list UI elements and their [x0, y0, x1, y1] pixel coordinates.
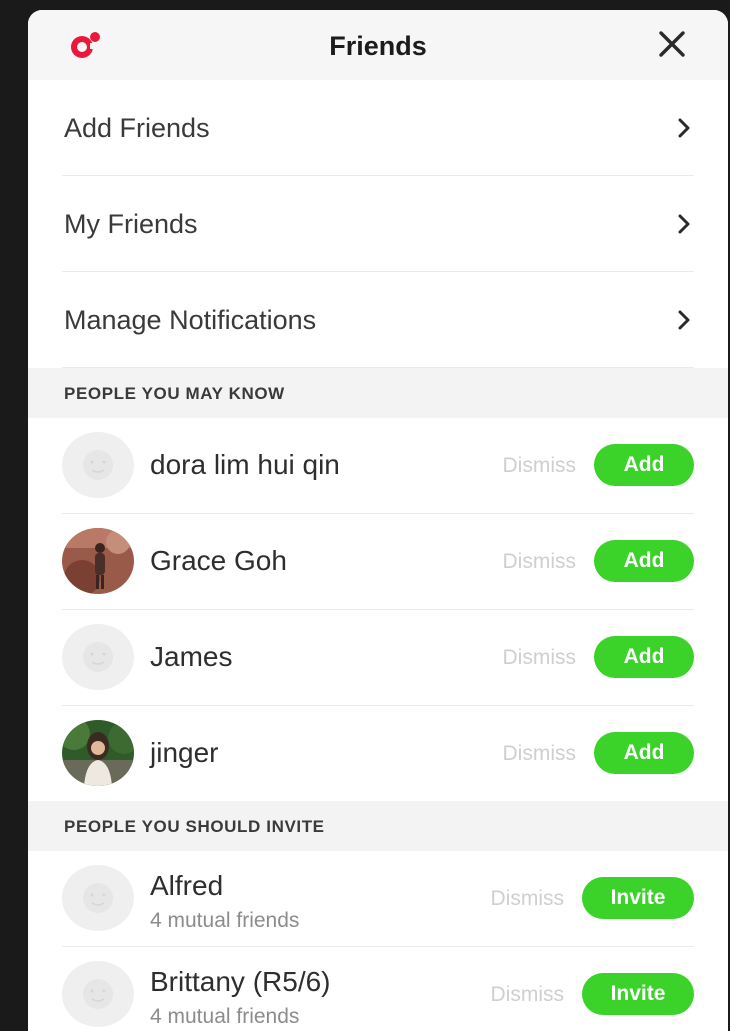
chevron-right-icon	[678, 214, 690, 234]
add-button[interactable]: Add	[594, 444, 694, 486]
menu-item-my-friends[interactable]: My Friends	[62, 176, 694, 272]
menu-item-label: My Friends	[64, 209, 198, 239]
dismiss-button[interactable]: Dismiss	[503, 550, 577, 574]
avatar-placeholder	[62, 865, 134, 931]
section-header-people-you-may-know: PEOPLE YOU MAY KNOW	[28, 368, 728, 418]
avatar-placeholder-icon	[83, 642, 113, 672]
suggestion-row: James Dismiss Add	[62, 610, 694, 706]
avatar-placeholder-icon	[83, 450, 113, 480]
section-header-people-you-should-invite: PEOPLE YOU SHOULD INVITE	[28, 801, 728, 851]
chevron-right-icon	[678, 118, 690, 138]
avatar	[62, 528, 134, 594]
avatar-photo	[62, 720, 134, 786]
avatar-placeholder	[62, 961, 134, 1027]
person-name: Brittany (R5/6)	[150, 966, 331, 997]
person-name: Grace Goh	[150, 545, 287, 576]
close-icon[interactable]	[656, 28, 688, 60]
menu-item-label: Add Friends	[64, 113, 210, 143]
invite-row: Brittany (R5/6) 4 mutual friends Dismiss…	[62, 947, 694, 1031]
add-button[interactable]: Add	[594, 636, 694, 678]
invite-button[interactable]: Invite	[582, 877, 694, 919]
dismiss-button[interactable]: Dismiss	[503, 742, 577, 766]
add-button[interactable]: Add	[594, 732, 694, 774]
menu-item-add-friends[interactable]: Add Friends	[62, 80, 694, 176]
menu-item-label: Manage Notifications	[64, 305, 317, 335]
person-name: James	[150, 641, 233, 672]
person-name: dora lim hui qin	[150, 449, 340, 480]
dismiss-button[interactable]: Dismiss	[491, 983, 565, 1007]
page-title: Friends	[329, 31, 427, 61]
suggestion-row: jinger Dismiss Add	[62, 706, 694, 801]
mutual-friends-count: 4 mutual friends	[150, 1005, 300, 1028]
avatar-placeholder-icon	[83, 979, 113, 1009]
header: Friends	[28, 10, 728, 80]
person-name: jinger	[150, 737, 219, 768]
avatar-photo	[62, 528, 134, 594]
avatar-placeholder	[62, 432, 134, 498]
menu-item-manage-notifications[interactable]: Manage Notifications	[62, 272, 694, 368]
add-button[interactable]: Add	[594, 540, 694, 582]
chevron-right-icon	[678, 310, 690, 330]
friends-panel: Friends Add Friends My Friends Manage No…	[28, 10, 728, 1031]
dismiss-button[interactable]: Dismiss	[491, 887, 565, 911]
dismiss-button[interactable]: Dismiss	[503, 454, 577, 478]
dismiss-button[interactable]: Dismiss	[503, 646, 577, 670]
mutual-friends-count: 4 mutual friends	[150, 909, 300, 932]
invite-row: Alfred 4 mutual friends Dismiss Invite	[62, 851, 694, 947]
invite-button[interactable]: Invite	[582, 973, 694, 1015]
avatar	[62, 720, 134, 786]
avatar-placeholder-icon	[83, 883, 113, 913]
avatar-placeholder	[62, 624, 134, 690]
person-name: Alfred	[150, 870, 224, 901]
suggestion-row: dora lim hui qin Dismiss Add	[62, 418, 694, 514]
suggestion-row: Grace Goh Dismiss Add	[62, 514, 694, 610]
